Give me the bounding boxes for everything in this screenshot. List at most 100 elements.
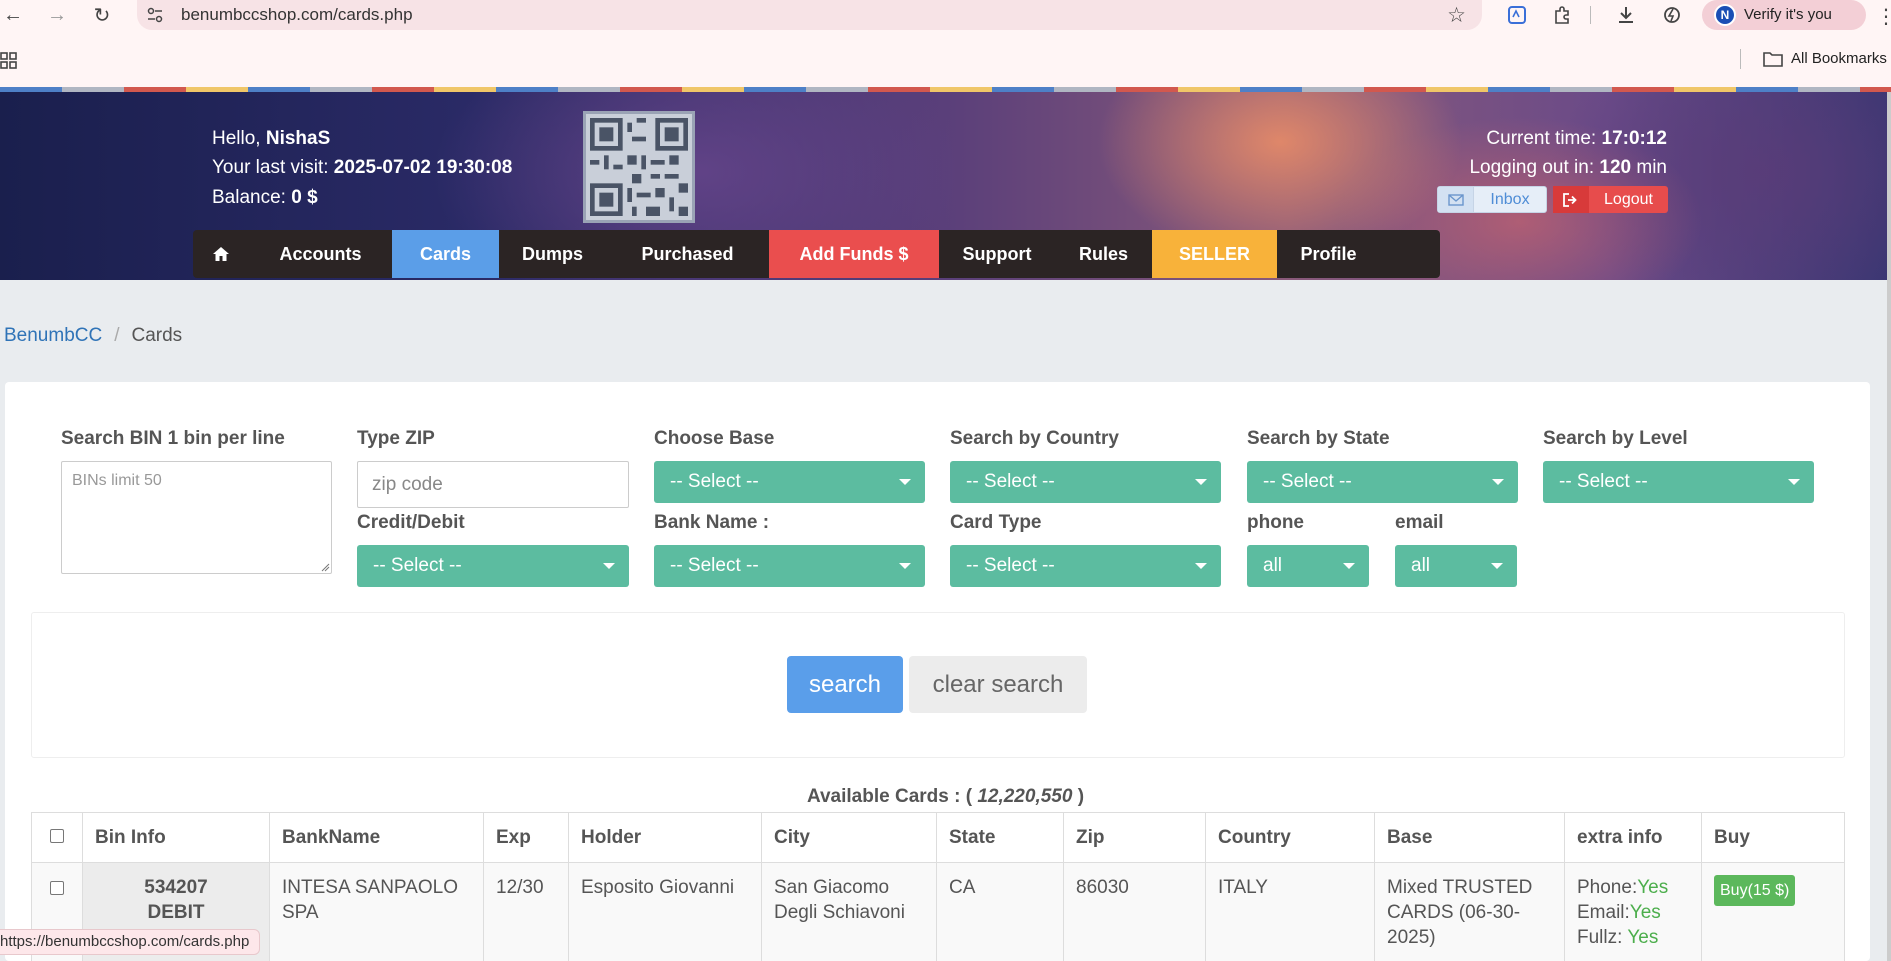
- country-select[interactable]: -- Select --: [950, 461, 1221, 503]
- current-time: Current time: 17:0:12: [1486, 128, 1667, 150]
- browser-menu-icon[interactable]: ⋮: [1876, 4, 1891, 29]
- profile-verify-button[interactable]: N Verify it's you: [1702, 0, 1866, 30]
- zip-input[interactable]: zip code: [357, 461, 629, 508]
- inbox-button[interactable]: Inbox: [1437, 186, 1547, 213]
- greeting: Hello, NishaS: [212, 128, 330, 150]
- nav-purchased[interactable]: Purchased: [606, 230, 769, 278]
- col-buy[interactable]: Buy: [1701, 812, 1845, 863]
- bookmarks-divider: [1740, 49, 1741, 69]
- available-cards-value: 12,220,550: [977, 786, 1073, 807]
- nav-add-funds[interactable]: Add Funds $: [769, 230, 939, 278]
- logout-timer-unit: min: [1636, 157, 1667, 178]
- all-bookmarks[interactable]: All Bookmarks: [1763, 50, 1887, 67]
- col-bank-name[interactable]: BankName: [269, 812, 484, 863]
- username: NishaS: [265, 128, 331, 149]
- col-city[interactable]: City: [761, 812, 937, 863]
- extra-fullz: Fullz: Yes: [1577, 925, 1689, 950]
- balance-label: Balance:: [212, 187, 286, 208]
- nav-seller[interactable]: SELLER: [1152, 230, 1277, 278]
- nav-support[interactable]: Support: [939, 230, 1055, 278]
- nav-rules[interactable]: Rules: [1055, 230, 1152, 278]
- caret-down-icon: [603, 563, 615, 569]
- breadcrumb-separator: /: [114, 325, 120, 346]
- base-select-value: -- Select --: [670, 471, 759, 492]
- forward-icon[interactable]: →: [44, 2, 70, 28]
- extra-fullz-label: Fullz:: [1577, 927, 1623, 948]
- phone-label: phone: [1247, 512, 1304, 533]
- card-type-select[interactable]: -- Select --: [950, 545, 1221, 587]
- page-scrollbar[interactable]: [1887, 92, 1891, 961]
- buy-button[interactable]: Buy(15 $): [1714, 875, 1796, 906]
- card-type-select-value: -- Select --: [966, 555, 1055, 576]
- site-header: Hello, NishaS Your last visit: 2025-07-0…: [0, 92, 1891, 280]
- level-select[interactable]: -- Select --: [1543, 461, 1814, 503]
- select-all-checkbox[interactable]: [50, 828, 64, 843]
- col-base[interactable]: Base: [1374, 812, 1565, 863]
- zip-label: Type ZIP: [357, 428, 435, 449]
- state-select[interactable]: -- Select --: [1247, 461, 1518, 503]
- col-bin-info[interactable]: Bin Info: [82, 812, 270, 863]
- credit-debit-select[interactable]: -- Select --: [357, 545, 629, 587]
- all-bookmarks-label: All Bookmarks: [1791, 50, 1887, 67]
- credit-debit-select-value: -- Select --: [373, 555, 462, 576]
- col-extra-info[interactable]: extra info: [1564, 812, 1702, 863]
- buy-cell: Buy(15 $): [1701, 862, 1845, 961]
- extra-info-cell: Phone:Yes Email:Yes Fullz: Yes: [1564, 862, 1702, 961]
- col-state[interactable]: State: [936, 812, 1064, 863]
- verify-label: Verify it's you: [1744, 6, 1832, 23]
- extensions-puzzle-icon[interactable]: [1550, 4, 1574, 26]
- available-cards-close: ): [1077, 786, 1085, 807]
- extra-email-label: Email:: [1577, 902, 1630, 923]
- credit-debit-label: Credit/Debit: [357, 512, 465, 533]
- url-text[interactable]: benumbccshop.com/cards.php: [181, 5, 413, 25]
- extension-translate-icon[interactable]: [1505, 4, 1529, 26]
- row-checkbox[interactable]: [50, 881, 64, 895]
- resize-grip-icon[interactable]: [320, 562, 330, 572]
- last-visit-label: Your last visit:: [212, 157, 329, 178]
- back-icon[interactable]: ←: [0, 2, 26, 28]
- qr-code-image: [583, 111, 695, 223]
- phone-select[interactable]: all: [1247, 545, 1369, 587]
- nav-dumps[interactable]: Dumps: [499, 230, 606, 278]
- extra-phone-value: Yes: [1637, 877, 1669, 898]
- logout-button[interactable]: Logout: [1553, 186, 1668, 213]
- level-label: Search by Level: [1543, 428, 1688, 449]
- col-exp[interactable]: Exp: [483, 812, 569, 863]
- col-holder[interactable]: Holder: [568, 812, 762, 863]
- caret-down-icon: [1195, 479, 1207, 485]
- logout-label: Logout: [1604, 190, 1653, 208]
- col-zip[interactable]: Zip: [1063, 812, 1206, 863]
- search-button[interactable]: search: [787, 656, 903, 713]
- clear-search-button[interactable]: clear search: [909, 656, 1087, 713]
- bin-number: 534207: [144, 877, 208, 898]
- base-select[interactable]: -- Select --: [654, 461, 925, 503]
- extra-phone: Phone:Yes: [1577, 875, 1689, 900]
- bank-name-cell: INTESA SANPAOLO SPA: [269, 862, 484, 961]
- nav-cards[interactable]: Cards: [392, 230, 499, 278]
- apps-grid-icon[interactable]: [0, 52, 18, 70]
- available-cards-label: Available Cards : (: [806, 786, 973, 807]
- breadcrumb-home-link[interactable]: BenumbCC: [4, 325, 102, 346]
- reload-icon[interactable]: ↻: [89, 2, 115, 28]
- sign-out-icon: [1553, 186, 1589, 213]
- nav-home[interactable]: [193, 230, 249, 278]
- email-select[interactable]: all: [1395, 545, 1517, 587]
- caret-down-icon: [1491, 563, 1503, 569]
- status-bar-link-preview: https://benumbccshop.com/cards.php: [0, 929, 261, 955]
- bin-search-textarea[interactable]: BINs limit 50: [61, 461, 332, 574]
- bookmark-star-icon[interactable]: ☆: [1447, 3, 1466, 28]
- caret-down-icon: [1343, 563, 1355, 569]
- performance-icon[interactable]: [1660, 4, 1684, 26]
- download-icon[interactable]: [1614, 4, 1638, 26]
- address-bar[interactable]: benumbccshop.com/cards.php ☆: [137, 0, 1482, 30]
- nav-accounts[interactable]: Accounts: [249, 230, 392, 278]
- nav-profile[interactable]: Profile: [1277, 230, 1380, 278]
- extra-email: Email:Yes: [1577, 900, 1689, 925]
- site-settings-icon[interactable]: [147, 7, 163, 23]
- bank-name-select[interactable]: -- Select --: [654, 545, 925, 587]
- exp-cell: 12/30: [483, 862, 569, 961]
- breadcrumb-current: Cards: [131, 325, 183, 346]
- country-select-value: -- Select --: [966, 471, 1055, 492]
- cards-table: Bin Info BankName Exp Holder City State …: [31, 812, 1845, 961]
- col-country[interactable]: Country: [1205, 812, 1375, 863]
